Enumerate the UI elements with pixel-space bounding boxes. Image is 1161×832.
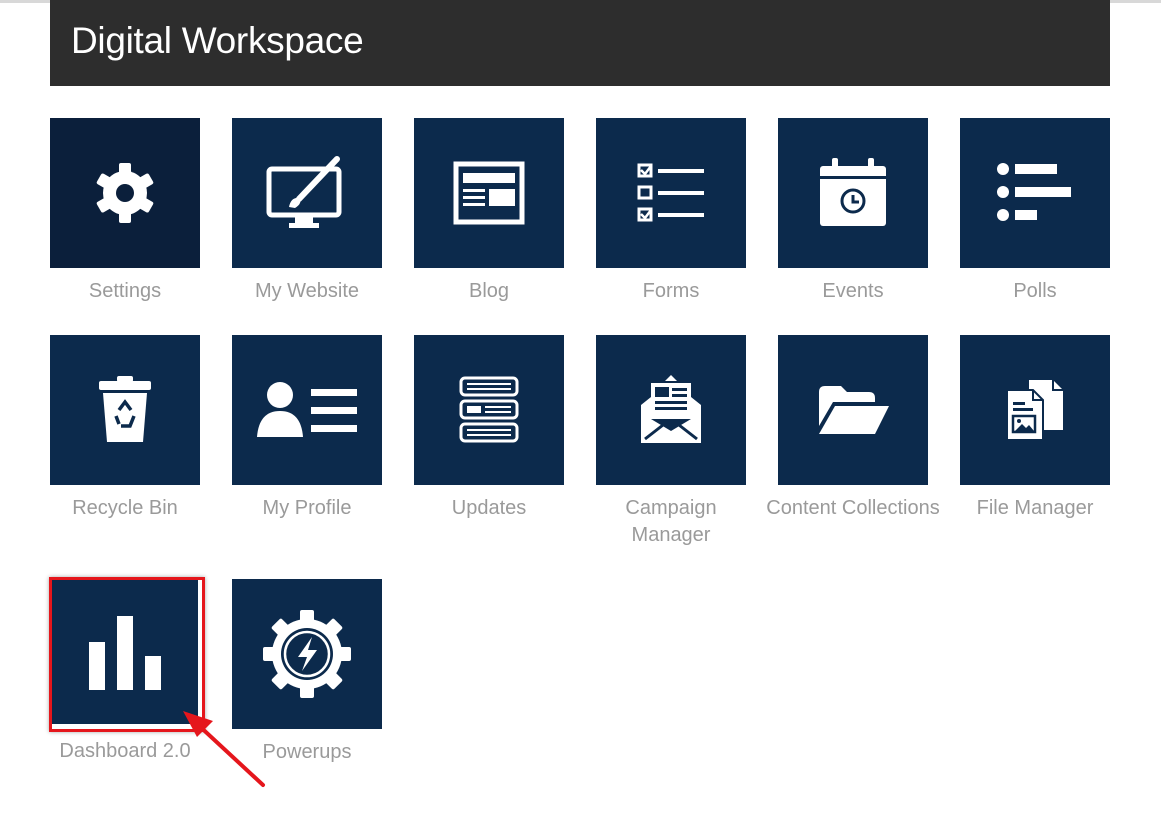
tile-polls[interactable]: Polls <box>960 118 1110 305</box>
tile-settings-label[interactable]: Settings <box>50 278 200 305</box>
tile-dashboard-2[interactable]: Dashboard 2.0 <box>52 580 202 765</box>
tile-recycle-bin[interactable]: Recycle Bin <box>50 335 200 522</box>
page-title: Digital Workspace <box>71 20 364 61</box>
tile-my-website[interactable]: My Website <box>232 118 382 305</box>
tile-my-website-label[interactable]: My Website <box>232 278 382 305</box>
tile-file-manager-label[interactable]: File Manager <box>960 495 1110 522</box>
tile-polls-label[interactable]: Polls <box>960 278 1110 305</box>
tile-campaign-manager[interactable]: Campaign Manager <box>596 335 746 549</box>
tile-updates-box[interactable] <box>414 335 564 485</box>
tile-recycle-bin-label[interactable]: Recycle Bin <box>50 495 200 522</box>
tile-polls-box[interactable] <box>960 118 1110 268</box>
tile-campaign-manager-label[interactable]: Campaign Manager <box>596 495 746 549</box>
tile-recycle-bin-box[interactable] <box>50 335 200 485</box>
tile-events-label[interactable]: Events <box>778 278 928 305</box>
tile-powerups[interactable]: Powerups <box>232 579 382 766</box>
checklist-icon <box>637 163 704 222</box>
tile-dashboard-2-label[interactable]: Dashboard 2.0 <box>52 738 198 765</box>
tile-updates[interactable]: Updates <box>414 335 564 522</box>
tile-dashboard-2-box[interactable] <box>52 580 198 724</box>
tile-file-manager-box[interactable] <box>960 335 1110 485</box>
poll-bars-icon <box>997 163 1071 221</box>
tile-blog-label[interactable]: Blog <box>414 278 564 305</box>
tile-my-profile-box[interactable] <box>232 335 382 485</box>
tile-content-collections[interactable]: Content Collections <box>766 335 940 522</box>
tile-updates-label[interactable]: Updates <box>414 495 564 522</box>
files-icon <box>1006 380 1063 441</box>
open-folder-icon <box>819 386 889 434</box>
tile-my-profile-label[interactable]: My Profile <box>232 495 382 522</box>
bar-chart-icon <box>89 616 161 690</box>
tile-my-website-box[interactable] <box>232 118 382 268</box>
tile-forms-label[interactable]: Forms <box>596 278 746 305</box>
monitor-brush-icon <box>266 156 342 228</box>
tile-file-manager[interactable]: File Manager <box>960 335 1110 522</box>
tile-powerups-label[interactable]: Powerups <box>232 739 382 766</box>
tile-content-collections-box[interactable] <box>778 335 928 485</box>
envelope-newsletter-icon <box>641 375 701 443</box>
tile-events-box[interactable] <box>778 118 928 268</box>
newspaper-icon <box>453 161 525 225</box>
gear-icon <box>96 163 154 223</box>
tile-settings-box[interactable] <box>50 118 200 268</box>
tile-events[interactable]: Events <box>778 118 928 305</box>
lightning-gear-icon <box>263 610 351 698</box>
tile-settings[interactable]: Settings <box>50 118 200 305</box>
recycle-bin-icon <box>99 376 151 442</box>
stacked-updates-icon <box>459 376 519 443</box>
tile-forms[interactable]: Forms <box>596 118 746 305</box>
tile-blog[interactable]: Blog <box>414 118 564 305</box>
tile-content-collections-label[interactable]: Content Collections <box>763 495 943 522</box>
tile-blog-box[interactable] <box>414 118 564 268</box>
tile-my-profile[interactable]: My Profile <box>232 335 382 522</box>
tile-powerups-box[interactable] <box>232 579 382 729</box>
page-header: Digital Workspace <box>50 0 1110 86</box>
tile-campaign-manager-box[interactable] <box>596 335 746 485</box>
tile-forms-box[interactable] <box>596 118 746 268</box>
profile-card-icon <box>257 382 357 437</box>
calendar-clock-icon <box>820 158 886 226</box>
